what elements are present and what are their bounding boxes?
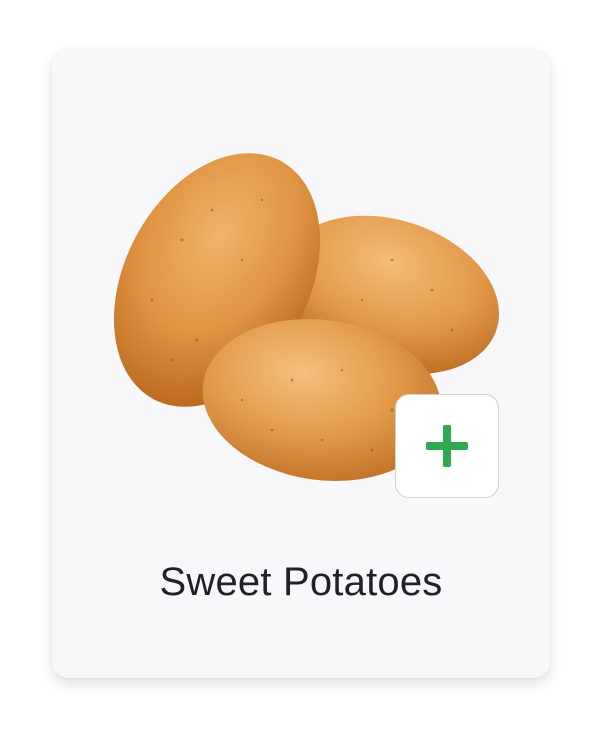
add-to-cart-button[interactable]	[395, 394, 499, 498]
product-name: Sweet Potatoes	[159, 560, 443, 604]
plus-icon	[426, 425, 468, 467]
product-card[interactable]: Sweet Potatoes	[52, 50, 550, 678]
